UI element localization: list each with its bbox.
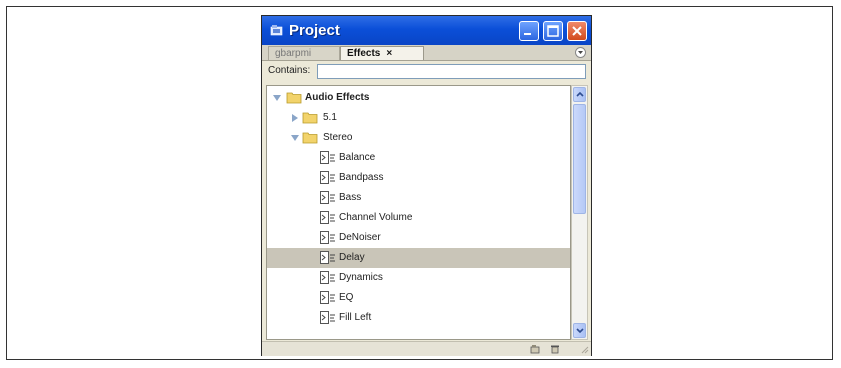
tree-item-label: Bandpass [339, 172, 384, 183]
effects-tree: Audio Effects 5.1 Stereo Balance Bandpas… [266, 85, 571, 340]
tree-item-bandpass[interactable]: Bandpass [267, 168, 570, 188]
contains-search-input[interactable] [317, 64, 586, 79]
minimize-icon [524, 33, 531, 35]
tab-label: Effects [347, 48, 381, 59]
panel-menu-icon [578, 51, 583, 54]
chevron-up-icon [576, 91, 584, 97]
tree-item-label: Delay [339, 252, 365, 263]
chevron-down-icon [576, 328, 584, 334]
new-bin-icon[interactable] [530, 344, 540, 354]
window-title: Project [289, 22, 340, 39]
expand-arrow-icon[interactable] [291, 114, 299, 122]
close-button[interactable] [567, 21, 587, 41]
audio-effect-icon [320, 271, 335, 284]
tree-item-label: Balance [339, 152, 376, 163]
tree-item-channel-volume[interactable]: Channel Volume [267, 208, 570, 228]
tree-item-label: Channel Volume [339, 212, 413, 223]
audio-effect-icon [320, 171, 335, 184]
tree-item-5-1[interactable]: 5.1 [267, 108, 570, 128]
folder-icon [302, 112, 318, 124]
panel-bottom-bar [262, 341, 591, 356]
scroll-down-button[interactable] [573, 323, 586, 338]
maximize-button[interactable] [543, 21, 563, 41]
tree-item-stereo[interactable]: Stereo [267, 128, 570, 148]
collapse-arrow-icon[interactable] [291, 134, 299, 142]
tree-item-eq[interactable]: EQ [267, 288, 570, 308]
panel-menu-button[interactable] [575, 47, 586, 58]
tree-item-bass[interactable]: Bass [267, 188, 570, 208]
vertical-scrollbar[interactable] [571, 85, 588, 340]
trash-icon[interactable] [550, 344, 560, 354]
tree-item-label: Audio Effects [305, 92, 370, 103]
app-icon [270, 25, 283, 36]
audio-effect-icon [320, 251, 335, 264]
tab-label: gbarpmi [275, 48, 312, 59]
tree-item-balance[interactable]: Balance [267, 148, 570, 168]
filter-row: Contains: [262, 61, 591, 83]
tree-item-label: Fill Left [339, 312, 372, 323]
tree-item-delay[interactable]: Delay [267, 248, 570, 268]
tab-close-icon[interactable]: × [386, 48, 392, 59]
tree-item-label: EQ [339, 292, 354, 303]
audio-effect-icon [320, 151, 335, 164]
project-panel-window: Project gbarpmi Effects × Contains: Audio… [261, 15, 592, 356]
tree-item-label: Stereo [323, 132, 353, 143]
minimize-button[interactable] [519, 21, 539, 41]
collapse-arrow-icon[interactable] [273, 94, 281, 102]
scroll-up-button[interactable] [573, 87, 586, 102]
tree-item-label: 5.1 [323, 112, 337, 123]
audio-effect-icon [320, 311, 335, 324]
tab-effects[interactable]: Effects × [340, 46, 424, 60]
audio-effect-icon [320, 231, 335, 244]
tree-item-label: Dynamics [339, 272, 383, 283]
tree-item-dynamics[interactable]: Dynamics [267, 268, 570, 288]
tab-gbarpmi[interactable]: gbarpmi [268, 46, 340, 60]
scroll-thumb[interactable] [573, 104, 586, 214]
audio-effect-icon [320, 291, 335, 304]
tree-item-label: Bass [339, 192, 362, 203]
folder-icon [286, 92, 302, 104]
folder-icon [302, 132, 318, 144]
audio-effect-icon [320, 211, 335, 224]
audio-effect-icon [320, 191, 335, 204]
tree-item-fill-left[interactable]: Fill Left [267, 308, 570, 328]
panel-tab-strip: gbarpmi Effects × [262, 45, 591, 61]
contains-label: Contains: [268, 65, 311, 76]
title-bar[interactable]: Project [262, 16, 591, 45]
tree-item-denoiser[interactable]: DeNoiser [267, 228, 570, 248]
tree-item-audio-effects[interactable]: Audio Effects [267, 88, 570, 108]
maximize-icon [547, 25, 559, 37]
tree-item-label: DeNoiser [339, 232, 381, 243]
close-icon [572, 26, 582, 36]
resize-grip-icon[interactable] [579, 344, 589, 354]
